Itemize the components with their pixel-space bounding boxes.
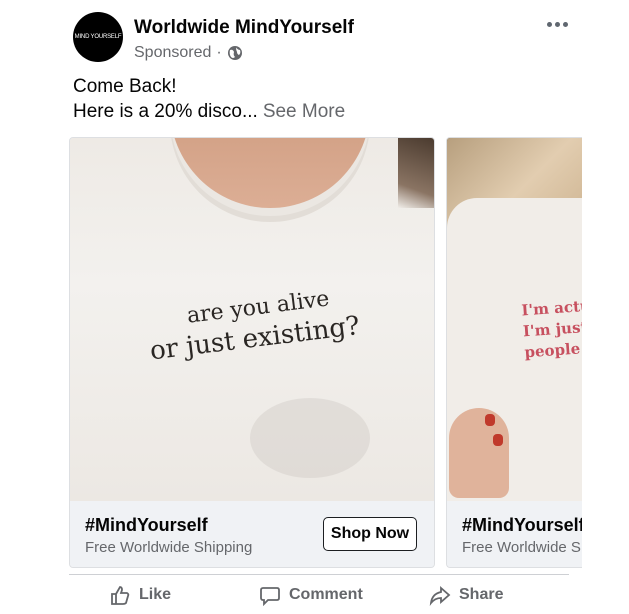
share-label: Share	[459, 586, 504, 603]
post-actions: Like Comment Share	[69, 584, 569, 614]
like-button[interactable]: Like	[109, 584, 171, 606]
sponsored-post: MIND YOURSELF Worldwide MindYourself Spo…	[0, 0, 629, 606]
shirt-print-text-2: I'm actu I'm just people	[520, 296, 582, 362]
shop-now-button[interactable]: Shop Now	[323, 517, 417, 551]
actions-divider	[69, 574, 569, 575]
card-subtitle: Free Worldwide Shipping	[85, 539, 253, 556]
carousel-card-2[interactable]: I'm actu I'm just people #MindYourself F…	[446, 137, 582, 568]
carousel[interactable]: are you alive or just existing? #MindYou…	[0, 0, 582, 597]
share-icon	[429, 586, 451, 606]
like-icon	[111, 586, 130, 605]
comment-icon	[260, 587, 280, 606]
product-image-tshirt-2[interactable]: I'm actu I'm just people	[447, 138, 582, 501]
card-title[interactable]: #MindYourself	[85, 515, 208, 536]
shirt-print-text: are you alive or just existing?	[148, 286, 362, 367]
like-label: Like	[139, 586, 172, 603]
card-caption-2: #MindYourself Free Worldwide S	[447, 501, 582, 567]
product-image-tshirt[interactable]: are you alive or just existing?	[70, 138, 434, 501]
carousel-card-1[interactable]: are you alive or just existing? #MindYou…	[69, 137, 435, 568]
card-subtitle-2: Free Worldwide S	[462, 539, 581, 556]
card-title-2[interactable]: #MindYourself	[462, 515, 582, 536]
comment-label: Comment	[289, 586, 363, 603]
card-caption: #MindYourself Free Worldwide Shipping Sh…	[70, 501, 434, 567]
share-button[interactable]: Share	[429, 584, 503, 606]
comment-button[interactable]: Comment	[259, 584, 363, 606]
